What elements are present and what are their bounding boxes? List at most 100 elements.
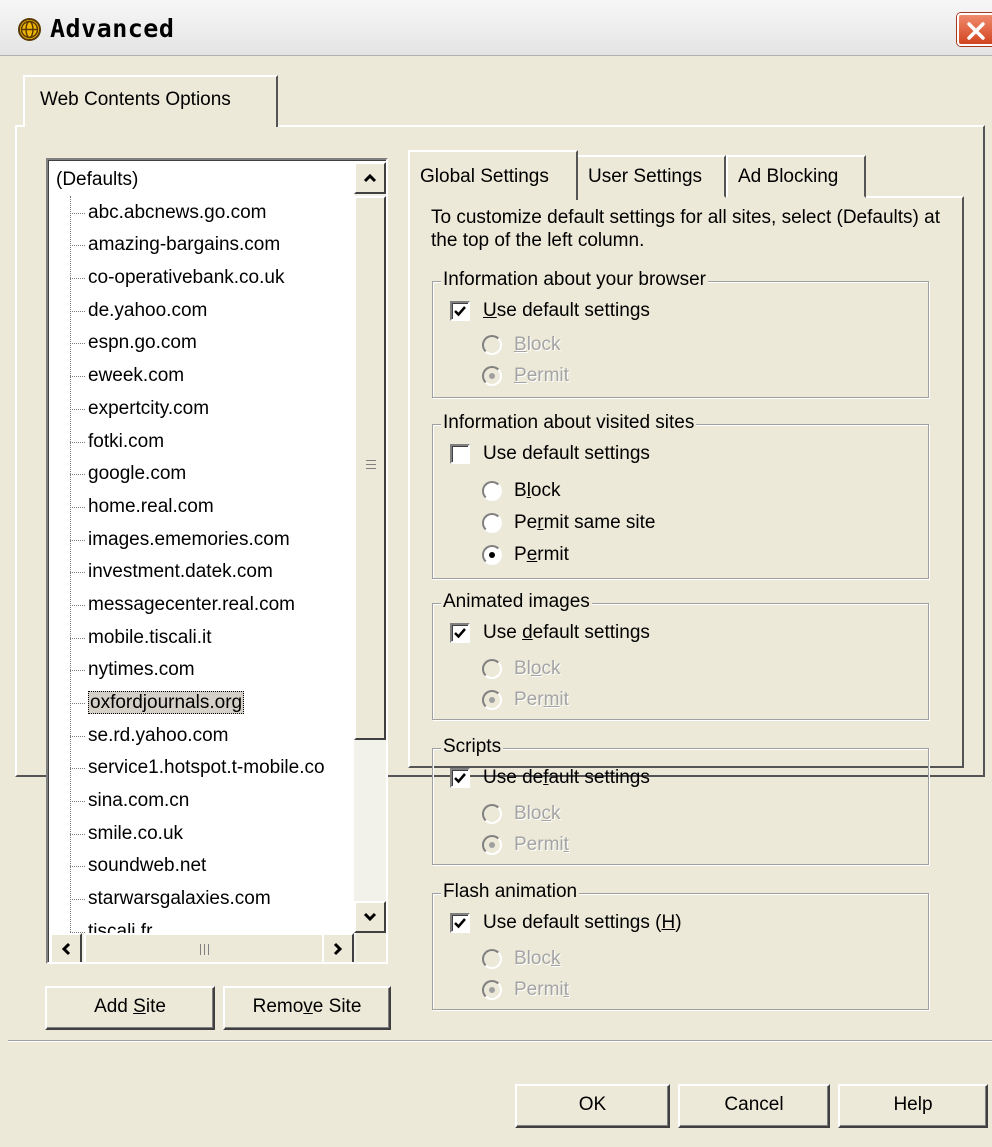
use-default-checkbox[interactable] xyxy=(450,768,470,788)
permit-radio[interactable] xyxy=(482,980,502,1000)
site-label: smile.co.uk xyxy=(88,822,184,844)
tree-item-site[interactable]: abc.abcnews.go.com xyxy=(56,198,356,231)
tree-item-site[interactable]: investment.datek.com xyxy=(56,557,356,590)
site-label: amazing-bargains.com xyxy=(88,234,281,256)
tree-item-site[interactable]: de.yahoo.com xyxy=(56,296,356,329)
tree-item-site[interactable]: espn.go.com xyxy=(56,328,356,361)
tree-item-site[interactable]: oxfordjournals.org xyxy=(56,688,356,721)
site-label: espn.go.com xyxy=(88,332,197,354)
tree-item-site[interactable]: messagecenter.real.com xyxy=(56,590,356,623)
group-title: Information about your browser xyxy=(441,269,708,291)
group-title: Flash animation xyxy=(441,881,580,903)
permit-radio[interactable] xyxy=(482,690,502,710)
tree-item-site[interactable]: fotki.com xyxy=(56,427,356,460)
tab-web-contents-options[interactable]: Web Contents Options xyxy=(23,75,278,127)
tree-item-site[interactable]: amazing-bargains.com xyxy=(56,230,356,263)
add-site-button[interactable]: Add Site xyxy=(45,986,215,1030)
tree-item-site[interactable]: se.rd.yahoo.com xyxy=(56,721,356,754)
block-radio[interactable] xyxy=(482,335,502,355)
block-label: Block xyxy=(514,948,561,969)
remove-site-button[interactable]: Remove Site xyxy=(223,986,391,1030)
window-title: Advanced xyxy=(50,14,175,43)
site-label: abc.abcnews.go.com xyxy=(88,201,267,223)
tab-global-settings[interactable]: Global Settings xyxy=(408,150,578,200)
block-label: Block xyxy=(514,480,561,501)
use-default-checkbox[interactable] xyxy=(450,444,470,464)
chevron-up-icon xyxy=(363,173,377,183)
tree-item-site[interactable]: expertcity.com xyxy=(56,394,356,427)
site-label: se.rd.yahoo.com xyxy=(88,724,229,746)
site-label: google.com xyxy=(88,463,187,485)
chevron-right-icon xyxy=(333,942,343,956)
help-button[interactable]: Help xyxy=(838,1084,988,1128)
use-default-checkbox[interactable] xyxy=(450,913,470,933)
vertical-scrollbar[interactable] xyxy=(354,162,386,933)
chevron-down-icon xyxy=(363,912,377,922)
group-visited-sites: Information about visited sites Use defa… xyxy=(432,412,929,579)
permit-radio[interactable] xyxy=(482,545,502,565)
block-radio[interactable] xyxy=(482,804,502,824)
permit-same-site-label: Permit same site xyxy=(514,512,656,533)
site-label: investment.datek.com xyxy=(88,561,273,583)
permit-label: Permit xyxy=(514,834,569,855)
site-label: service1.hotspot.t-mobile.co xyxy=(88,757,325,779)
site-tree[interactable]: (Defaults) abc.abcnews.go.com amazing-bar… xyxy=(46,158,388,964)
site-label: nytimes.com xyxy=(88,659,195,681)
horizontal-scroll-thumb[interactable] xyxy=(84,933,324,962)
chevron-left-icon xyxy=(61,942,71,956)
tree-item-site[interactable]: soundweb.net xyxy=(56,851,356,884)
footer-separator xyxy=(8,1040,992,1042)
checkmark-icon xyxy=(454,773,466,784)
tree-item-site[interactable]: co-operativebank.co.uk xyxy=(56,263,356,296)
close-button[interactable] xyxy=(957,13,992,46)
group-flash-animation: Flash animation Use default settings (H)… xyxy=(432,881,929,1010)
group-scripts: Scripts Use default settings Block Permi… xyxy=(432,736,929,865)
use-default-label: Use default settings xyxy=(483,300,650,321)
tree-item-site[interactable]: starwarsgalaxies.com xyxy=(56,884,356,917)
tree-item-site[interactable]: home.real.com xyxy=(56,492,356,525)
cancel-button[interactable]: Cancel xyxy=(678,1084,830,1128)
use-default-label: Use default settings (H) xyxy=(483,912,682,933)
use-default-label: Use default settings xyxy=(483,443,650,464)
ok-button[interactable]: OK xyxy=(515,1084,670,1128)
tree-item-site[interactable]: mobile.tiscali.it xyxy=(56,623,356,656)
block-radio[interactable] xyxy=(482,659,502,679)
site-list: (Defaults) abc.abcnews.go.com amazing-bar… xyxy=(56,165,356,950)
group-title: Scripts xyxy=(441,736,504,758)
block-radio[interactable] xyxy=(482,949,502,969)
group-animated-images: Animated images Use default settings Blo… xyxy=(432,591,929,720)
group-title: Animated images xyxy=(441,591,592,613)
tree-item-site[interactable]: google.com xyxy=(56,459,356,492)
globe-icon xyxy=(18,18,41,41)
tree-item-site[interactable]: sina.com.cn xyxy=(56,786,356,819)
tree-item-site[interactable]: service1.hotspot.t-mobile.co xyxy=(56,753,356,786)
horizontal-scrollbar[interactable] xyxy=(50,933,386,962)
permit-radio[interactable] xyxy=(482,366,502,386)
site-label: co-operativebank.co.uk xyxy=(88,267,285,289)
permit-label: Permit xyxy=(514,365,569,386)
tree-item-site[interactable]: nytimes.com xyxy=(56,655,356,688)
permit-same-site-radio[interactable] xyxy=(482,513,502,533)
tree-item-site[interactable]: images.ememories.com xyxy=(56,525,356,558)
scroll-left-button[interactable] xyxy=(50,933,82,962)
tab-ad-blocking[interactable]: Ad Blocking xyxy=(726,155,866,198)
tree-item-site[interactable]: eweek.com xyxy=(56,361,356,394)
vertical-scroll-thumb[interactable] xyxy=(354,196,386,740)
checkmark-icon xyxy=(454,306,466,317)
group-browser-info: Information about your browser Use defau… xyxy=(432,269,929,398)
tree-item-site[interactable]: smile.co.uk xyxy=(56,819,356,852)
group-title: Information about visited sites xyxy=(441,412,697,434)
tree-item-defaults[interactable]: (Defaults) xyxy=(56,165,356,198)
checkmark-icon xyxy=(454,918,466,929)
use-default-checkbox[interactable] xyxy=(450,623,470,643)
use-default-checkbox[interactable] xyxy=(450,301,470,321)
scroll-up-button[interactable] xyxy=(354,162,386,194)
tab-user-settings[interactable]: User Settings xyxy=(576,155,726,198)
site-label: messagecenter.real.com xyxy=(88,593,295,615)
block-label: Block xyxy=(514,658,561,679)
permit-radio[interactable] xyxy=(482,835,502,855)
scroll-right-button[interactable] xyxy=(322,933,354,962)
scroll-down-button[interactable] xyxy=(354,901,386,933)
site-label: home.real.com xyxy=(88,495,214,517)
block-radio[interactable] xyxy=(482,481,502,501)
